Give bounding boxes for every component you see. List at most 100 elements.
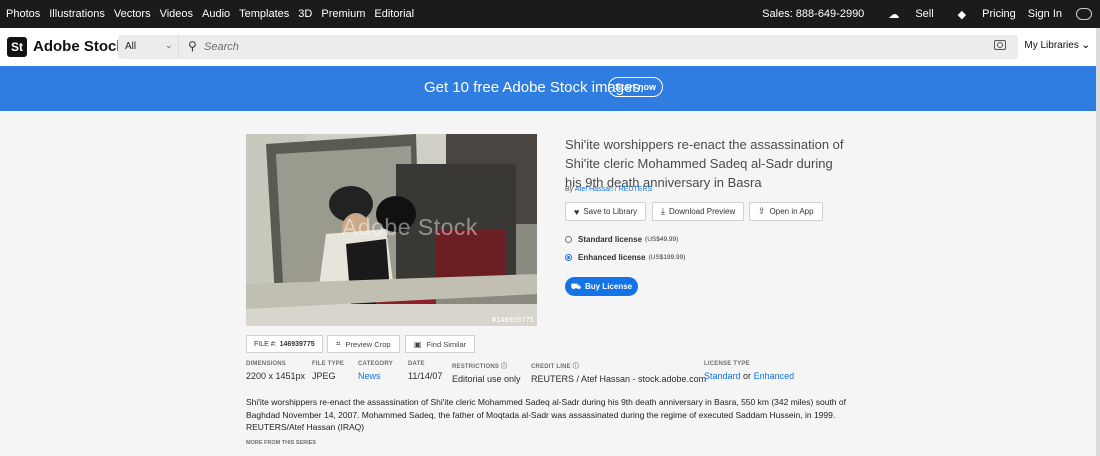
visual-search-camera-icon[interactable]: [994, 40, 1006, 50]
open-label: Open in App: [769, 207, 814, 216]
header: St Adobe Stock All ⌄ ⚲ My Libraries ⌄: [0, 28, 1100, 66]
more-from-series-heading: MORE FROM THIS SERIES: [246, 440, 316, 446]
info-icon[interactable]: ⓘ: [573, 364, 579, 370]
nav-link-photos[interactable]: Photos: [6, 8, 40, 20]
buy-license-label: Buy License: [584, 282, 633, 291]
top-nav: Photos Illustrations Vectors Videos Audi…: [0, 0, 1100, 28]
crop-icon: ⌗: [336, 339, 341, 348]
open-in-app-button[interactable]: ⇪ Open in App: [749, 202, 823, 221]
meta-license-type-label: LICENSE TYPE: [704, 361, 750, 367]
meta-dimensions: DIMENSIONS 2200 x 1451px: [246, 361, 305, 381]
meta-category-link[interactable]: News: [358, 371, 393, 381]
my-libraries-menu[interactable]: My Libraries ⌄: [1024, 40, 1090, 51]
meta-credit-label-text: CREDIT LINE: [531, 364, 571, 370]
meta-restrictions-label-text: RESTRICTIONS: [452, 364, 500, 370]
chevron-down-icon[interactable]: ⌄: [165, 40, 173, 51]
search-input[interactable]: [204, 39, 904, 55]
chevron-down-icon: ⌄: [1081, 40, 1090, 51]
standard-license-link[interactable]: Standard: [704, 371, 741, 381]
nav-link-templates[interactable]: Templates: [239, 8, 289, 20]
license-or: or: [743, 371, 752, 381]
meta-license-type: LICENSE TYPE Standard or Enhanced: [704, 361, 794, 381]
search-icon: ⚲: [188, 39, 197, 53]
enhanced-license-link[interactable]: Enhanced: [754, 371, 795, 381]
save-to-library-button[interactable]: ♥ Save to Library: [565, 202, 647, 221]
asset-description: Shi'ite worshippers re-enact the assassi…: [246, 397, 846, 432]
standard-license-price: (US$49.99): [645, 236, 679, 243]
adobe-stock-logo-text[interactable]: Adobe Stock: [33, 38, 125, 55]
nav-link-editorial[interactable]: Editorial: [374, 8, 414, 20]
tag-icon: ◆: [957, 8, 967, 21]
meta-file-type: FILE TYPE JPEG: [312, 361, 344, 381]
meta-date-value: 11/14/07: [408, 371, 443, 381]
meta-credit-value: REUTERS / Atef Hassan - stock.adobe.com: [531, 374, 707, 384]
pricing-link[interactable]: ◆ Pricing: [946, 8, 1016, 21]
nav-link-3d[interactable]: 3D: [298, 8, 312, 20]
preview-crop-label: Preview Crop: [345, 339, 391, 349]
asset-preview-image[interactable]: Adobe Stock #146939775: [246, 134, 537, 326]
meta-credit-label: CREDIT LINE ⓘ: [531, 361, 706, 370]
meta-category: CATEGORY News: [358, 361, 393, 381]
start-now-button[interactable]: Start now: [608, 77, 663, 97]
asset-title: Shi'ite worshippers re-enact the assassi…: [565, 137, 844, 190]
search-divider: [178, 35, 179, 59]
byline-prefix: By: [565, 186, 574, 193]
file-label: FILE #:: [254, 340, 277, 348]
file-number: 146939775: [279, 340, 315, 348]
sell-link[interactable]: ☁ Sell: [876, 8, 933, 21]
sales-phone[interactable]: Sales: 888-649-2990: [762, 8, 864, 20]
download-preview-button[interactable]: ⤓ Download Preview: [652, 202, 745, 221]
nav-link-audio[interactable]: Audio: [202, 8, 230, 20]
nav-link-videos[interactable]: Videos: [160, 8, 193, 20]
creative-cloud-icon[interactable]: [1076, 8, 1092, 20]
meta-date: DATE 11/14/07: [408, 361, 442, 381]
asset-type-select[interactable]: All: [125, 41, 136, 52]
adobe-stock-logo-icon[interactable]: St: [7, 37, 27, 57]
find-similar-label: Find Similar: [426, 339, 467, 349]
file-number-tag: FILE #: 146939775: [246, 335, 323, 353]
page-scrollbar[interactable]: [1096, 28, 1100, 456]
preview-crop-button[interactable]: ⌗ Preview Crop: [327, 335, 400, 353]
meta-date-label: DATE: [408, 361, 425, 367]
standard-license-radio[interactable]: [565, 236, 572, 243]
standard-license-name: Standard license: [578, 235, 643, 244]
meta-restrictions-value: Editorial use only: [452, 374, 521, 384]
download-icon: ⤓: [661, 206, 665, 216]
save-label: Save to Library: [583, 207, 638, 216]
category-links: Photos Illustrations Vectors Videos Audi…: [0, 8, 423, 20]
search-bar: All ⌄ ⚲: [118, 35, 1018, 59]
promo-banner: Get 10 free Adobe Stock images. Start no…: [0, 66, 1100, 111]
image-id-overlay: #146939775: [491, 316, 534, 324]
find-similar-button[interactable]: ▣ Find Similar: [405, 335, 476, 353]
meta-restrictions-label: RESTRICTIONS ⓘ: [452, 361, 521, 370]
nav-link-vectors[interactable]: Vectors: [114, 8, 151, 20]
download-label: Download Preview: [668, 207, 736, 216]
info-icon[interactable]: ⓘ: [501, 364, 507, 370]
watermark: Adobe Stock: [342, 214, 478, 240]
enhanced-license-radio[interactable]: [565, 254, 572, 261]
heart-icon: ♥: [574, 206, 580, 217]
meta-file-type-value: JPEG: [312, 371, 336, 381]
meta-category-label: CATEGORY: [358, 361, 393, 367]
standard-license-option[interactable]: Standard license (US$49.99): [565, 235, 678, 244]
meta-credit-line: CREDIT LINE ⓘ REUTERS / Atef Hassan - st…: [531, 361, 706, 384]
author-link[interactable]: Atef Hassan / REUTERS: [575, 186, 652, 193]
meta-dimensions-label: DIMENSIONS: [246, 361, 287, 367]
nav-link-illustrations[interactable]: Illustrations: [49, 8, 105, 20]
enhanced-license-name: Enhanced license: [578, 253, 646, 262]
byline: By Atef Hassan / REUTERS: [565, 186, 652, 193]
nav-link-premium[interactable]: Premium: [321, 8, 365, 20]
sign-in-link[interactable]: Sign In: [1028, 8, 1062, 20]
top-nav-right: Sales: 888-649-2990 ☁ Sell ◆ Pricing Sign …: [750, 0, 1092, 28]
meta-file-type-label: FILE TYPE: [312, 361, 345, 367]
buy-license-button[interactable]: ⛟ Buy License: [565, 277, 638, 296]
cart-icon: ⛟: [570, 281, 581, 291]
sell-label: Sell: [915, 8, 934, 20]
enhanced-license-option[interactable]: Enhanced license (US$199.99): [565, 253, 685, 262]
meta-license-type-value: Standard or Enhanced: [704, 371, 794, 381]
similar-icon: ▣: [414, 339, 422, 349]
open-external-icon: ⇪: [758, 206, 766, 216]
meta-restrictions: RESTRICTIONS ⓘ Editorial use only: [452, 361, 521, 384]
my-libraries-label: My Libraries: [1024, 40, 1079, 51]
enhanced-license-price: (US$199.99): [648, 254, 686, 261]
